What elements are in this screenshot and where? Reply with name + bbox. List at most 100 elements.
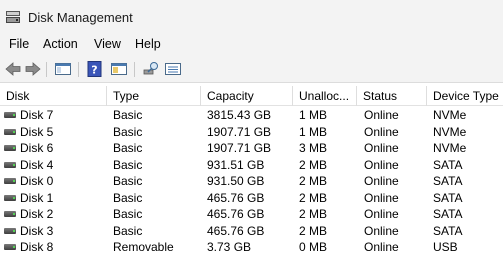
cell-unallocated: 2 MB xyxy=(299,223,328,238)
menu-file[interactable]: File xyxy=(8,37,30,51)
cell-capacity: 465.76 GB xyxy=(207,207,265,221)
cell-unallocated: 2 MB xyxy=(299,190,328,205)
column-header-row: Disk Type Capacity Unalloc... Status Dev… xyxy=(0,86,503,106)
disk-drive-icon xyxy=(4,244,16,250)
disk-drive-icon xyxy=(4,128,16,135)
window-title: Disk Management xyxy=(28,10,133,25)
cell-status: Online xyxy=(364,240,399,254)
disk-drive-icon xyxy=(4,145,16,151)
table-row[interactable]: Disk 1 Basic 465.76 GB 2 MB Online SATA xyxy=(0,190,503,207)
cell-disk: Disk 5 xyxy=(20,124,54,139)
table-row[interactable]: Disk 0 Basic 931.50 GB 2 MB Online SATA xyxy=(0,173,503,190)
back-arrow-icon[interactable] xyxy=(4,60,22,78)
column-header-unallocated[interactable]: Unalloc... xyxy=(293,86,356,106)
cell-unallocated: 2 MB xyxy=(299,207,328,221)
disk-list[interactable]: Disk Type Capacity Unalloc... Status Dev… xyxy=(0,84,503,263)
menu-help[interactable]: Help xyxy=(134,37,162,51)
cell-device-type: USB xyxy=(433,240,458,254)
cell-type: Basic xyxy=(113,157,143,172)
disk-drive-icon xyxy=(4,211,16,217)
table-row[interactable]: Disk 3 Basic 465.76 GB 2 MB Online SATA xyxy=(0,223,503,240)
cell-status: Online xyxy=(364,174,399,188)
table-row[interactable]: Disk 7 Basic 3815.43 GB 1 MB Online NVMe xyxy=(0,107,503,124)
table-row[interactable]: Disk 2 Basic 465.76 GB 2 MB Online SATA xyxy=(0,206,503,223)
menu-action[interactable]: Action xyxy=(42,37,79,51)
toolbar-separator xyxy=(78,62,79,77)
cell-unallocated: 1 MB xyxy=(299,124,328,139)
cell-device-type: SATA xyxy=(433,207,463,221)
cell-capacity: 931.50 GB xyxy=(207,174,265,188)
cell-type: Basic xyxy=(113,141,143,155)
cell-disk: Disk 6 xyxy=(20,141,54,155)
disk-drive-icon xyxy=(4,178,16,184)
disk-drive-icon xyxy=(4,227,16,234)
cell-device-type: SATA xyxy=(433,190,463,205)
column-header-capacity[interactable]: Capacity xyxy=(201,86,292,106)
help-icon[interactable]: ? xyxy=(86,60,104,78)
menu-bar: File Action View Help xyxy=(0,34,503,56)
cell-capacity: 465.76 GB xyxy=(207,223,265,238)
cell-capacity: 3.73 GB xyxy=(207,240,252,254)
cell-status: Online xyxy=(364,223,399,238)
column-header-type[interactable]: Type xyxy=(107,86,200,106)
table-row[interactable]: Disk 4 Basic 931.51 GB 2 MB Online SATA xyxy=(0,157,503,174)
svg-text:?: ? xyxy=(91,64,97,77)
cell-type: Basic xyxy=(113,124,143,139)
cell-type: Basic xyxy=(113,223,143,238)
cell-device-type: SATA xyxy=(433,174,463,188)
cell-device-type: NVMe xyxy=(433,108,467,122)
cell-status: Online xyxy=(364,190,399,205)
cell-type: Removable xyxy=(113,240,174,254)
cell-status: Online xyxy=(364,108,399,122)
cell-disk: Disk 3 xyxy=(20,223,54,238)
table-row[interactable]: Disk 5 Basic 1907.71 GB 1 MB Online NVMe xyxy=(0,124,503,141)
toolbar: ? xyxy=(0,56,503,83)
table-row[interactable]: Disk 6 Basic 1907.71 GB 3 MB Online NVMe xyxy=(0,140,503,157)
toolbar-separator xyxy=(46,62,47,77)
cell-disk: Disk 8 xyxy=(20,240,54,254)
cell-type: Basic xyxy=(113,174,143,188)
column-header-device-type[interactable]: Device Type xyxy=(427,86,503,106)
cell-device-type: SATA xyxy=(433,223,463,238)
cell-device-type: NVMe xyxy=(433,141,467,155)
disk-list-icon[interactable] xyxy=(164,60,182,78)
disk-drive-icon xyxy=(4,112,16,118)
table-row[interactable]: Disk 8 Removable 3.73 GB 0 MB Online USB xyxy=(0,239,503,256)
show-hide-console-tree-icon[interactable] xyxy=(54,60,72,78)
cell-type: Basic xyxy=(113,190,143,205)
cell-unallocated: 1 MB xyxy=(299,108,328,122)
cell-disk: Disk 4 xyxy=(20,157,54,172)
column-header-status[interactable]: Status xyxy=(357,86,426,106)
menu-view[interactable]: View xyxy=(93,37,122,51)
cell-disk: Disk 7 xyxy=(20,108,54,122)
cell-status: Online xyxy=(364,124,399,139)
cell-unallocated: 0 MB xyxy=(299,240,328,254)
cell-status: Online xyxy=(364,141,399,155)
cell-capacity: 3815.43 GB xyxy=(207,108,272,122)
cell-device-type: SATA xyxy=(433,157,463,172)
properties-icon[interactable] xyxy=(110,60,128,78)
cell-capacity: 1907.71 GB xyxy=(207,141,272,155)
cell-unallocated: 3 MB xyxy=(299,141,328,155)
disk-management-icon xyxy=(6,11,20,23)
cell-type: Basic xyxy=(113,207,143,221)
disk-drive-icon xyxy=(4,161,16,168)
column-header-disk[interactable]: Disk xyxy=(0,86,106,106)
cell-unallocated: 2 MB xyxy=(299,157,328,172)
cell-status: Online xyxy=(364,207,399,221)
forward-arrow-icon[interactable] xyxy=(24,60,42,78)
cell-capacity: 931.51 GB xyxy=(207,157,265,172)
cell-disk: Disk 2 xyxy=(20,207,54,221)
cell-capacity: 465.76 GB xyxy=(207,190,265,205)
toolbar-separator xyxy=(134,62,135,77)
title-bar: Disk Management xyxy=(0,0,503,34)
cell-device-type: NVMe xyxy=(433,124,467,139)
cell-disk: Disk 0 xyxy=(20,174,54,188)
cell-status: Online xyxy=(364,157,399,172)
cell-capacity: 1907.71 GB xyxy=(207,124,272,139)
cell-disk: Disk 1 xyxy=(20,190,54,205)
cell-unallocated: 2 MB xyxy=(299,174,328,188)
rescan-icon[interactable] xyxy=(142,60,160,78)
disk-drive-icon xyxy=(4,194,16,201)
cell-type: Basic xyxy=(113,108,143,122)
